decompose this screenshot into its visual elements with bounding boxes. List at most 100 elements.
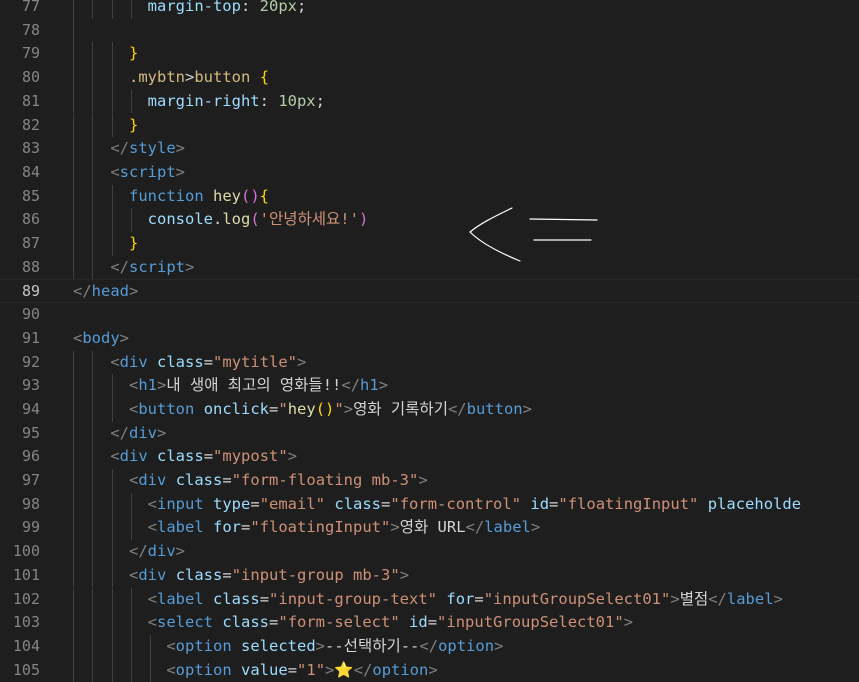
code-line[interactable]: 97 <div class="form-floating mb-3">	[0, 469, 859, 493]
code-token: ;	[296, 0, 307, 15]
line-number: 78	[21, 20, 40, 39]
code-text: <option value="1">⭐</option>	[73, 659, 437, 682]
code-token: ()	[241, 186, 260, 205]
code-token: class	[222, 613, 270, 632]
code-token: <	[147, 589, 157, 608]
code-token: 영화 기록하기	[353, 399, 448, 418]
code-line[interactable]: 82 }	[0, 113, 859, 138]
code-line[interactable]: 84 <script>	[0, 160, 859, 185]
code-line[interactable]: 87 }	[0, 232, 859, 256]
code-token: </	[73, 282, 92, 301]
code-editor[interactable]: 77 margin-top: 20px; 78 79 } 80 .mybtn>butt…	[0, 0, 859, 682]
code-token: "inputGroupSelect01"	[483, 589, 671, 608]
indent-guide	[73, 66, 74, 90]
code-token: "input-group-text"	[269, 589, 438, 608]
code-token: button	[138, 399, 195, 418]
code-token: "form-select"	[278, 613, 400, 632]
indent-guide	[73, 516, 74, 541]
code-line[interactable]: 83 </style>	[0, 137, 859, 161]
code-token: label	[726, 589, 774, 608]
code-line[interactable]: 81 margin-right: 10px;	[0, 89, 859, 114]
code-line[interactable]: 94 <button onclick="hey()">영화 기록하기</butt…	[0, 397, 859, 422]
code-token: head	[91, 282, 129, 301]
code-line[interactable]: 89 </head>	[0, 279, 859, 304]
line-number: 77	[21, 0, 40, 15]
code-line[interactable]: 85 function hey(){	[0, 184, 859, 209]
code-token: <	[166, 636, 176, 655]
code-line[interactable]: 79 }	[0, 42, 859, 67]
code-token: selected	[241, 636, 316, 655]
code-line[interactable]: 91 <body>	[0, 327, 859, 351]
indent-guide	[73, 421, 74, 446]
code-line[interactable]: 80 .mybtn>button {	[0, 66, 859, 90]
code-line[interactable]: 92 <div class="mytitle">	[0, 350, 859, 375]
code-token: }	[129, 44, 139, 63]
code-token: console	[147, 210, 213, 229]
code-text: console.log('안녕하세요!')	[73, 208, 369, 232]
code-text: <div class="mytitle">	[73, 351, 306, 375]
code-line[interactable]: 103 <select class="form-select" id="inpu…	[0, 611, 859, 635]
code-token: >	[522, 399, 532, 418]
code-text: <body>	[73, 327, 129, 351]
code-token: :	[240, 0, 260, 15]
indent-guide	[73, 113, 74, 138]
code-line[interactable]: 88 </script>	[0, 255, 859, 280]
code-token: .	[212, 210, 223, 229]
code-token: class	[334, 494, 382, 513]
code-token: =	[549, 494, 559, 513]
code-token: <	[110, 447, 120, 466]
code-line[interactable]: 95 </div>	[0, 421, 859, 446]
indent-guide	[73, 658, 74, 682]
indent-guide	[73, 587, 74, 612]
code-line[interactable]: 96 <div class="mypost">	[0, 445, 859, 469]
code-text: }	[73, 42, 138, 66]
code-line[interactable]: 99 <label for="floatingInput">영화 URL</la…	[0, 516, 859, 541]
indent-guide	[92, 421, 94, 446]
code-line[interactable]: 86 console.log('안녕하세요!')	[0, 208, 859, 232]
code-token: =	[222, 565, 232, 584]
code-token: option	[372, 660, 429, 679]
code-token: =	[259, 589, 270, 608]
indent-guide	[92, 89, 94, 114]
code-line[interactable]: 105 <option value="1">⭐</option>	[0, 658, 859, 682]
indent-guide	[92, 563, 94, 588]
code-token: <	[110, 352, 120, 371]
code-token: .mybtn	[129, 68, 185, 87]
code-token: (	[250, 210, 260, 229]
indent-guide	[111, 113, 113, 138]
code-token: div	[138, 471, 167, 489]
indent-guide	[130, 492, 132, 517]
code-line[interactable]: 101 <div class="input-group mb-3">	[0, 563, 859, 588]
code-line[interactable]: 102 <label class="input-group-text" for=…	[0, 587, 859, 612]
code-text: margin-top: 20px;	[73, 0, 307, 19]
code-token: body	[82, 328, 120, 347]
code-token: }	[129, 234, 139, 252]
code-line[interactable]: 78	[0, 18, 859, 43]
code-line[interactable]: 104 <option selected>--선택하기--</option>	[0, 634, 859, 659]
line-number: 96	[21, 447, 40, 466]
code-line[interactable]: 77 margin-top: 20px;	[0, 0, 859, 19]
code-line[interactable]: 93 <h1>내 생애 최고의 영화들!!</h1>	[0, 374, 859, 398]
code-token: script	[129, 257, 185, 276]
code-line[interactable]: 100 </div>	[0, 540, 859, 564]
code-token: <	[129, 376, 139, 395]
code-token: >	[343, 399, 354, 418]
code-line[interactable]: 90	[0, 303, 859, 327]
code-token: =	[250, 494, 260, 513]
code-token: </	[110, 423, 129, 442]
code-token: "form-floating mb-3"	[231, 471, 419, 489]
code-token: div	[129, 423, 157, 442]
code-token: >	[494, 636, 504, 655]
line-number: 104	[12, 636, 40, 655]
code-line[interactable]: 98 <input type="email" class="form-contr…	[0, 492, 859, 517]
